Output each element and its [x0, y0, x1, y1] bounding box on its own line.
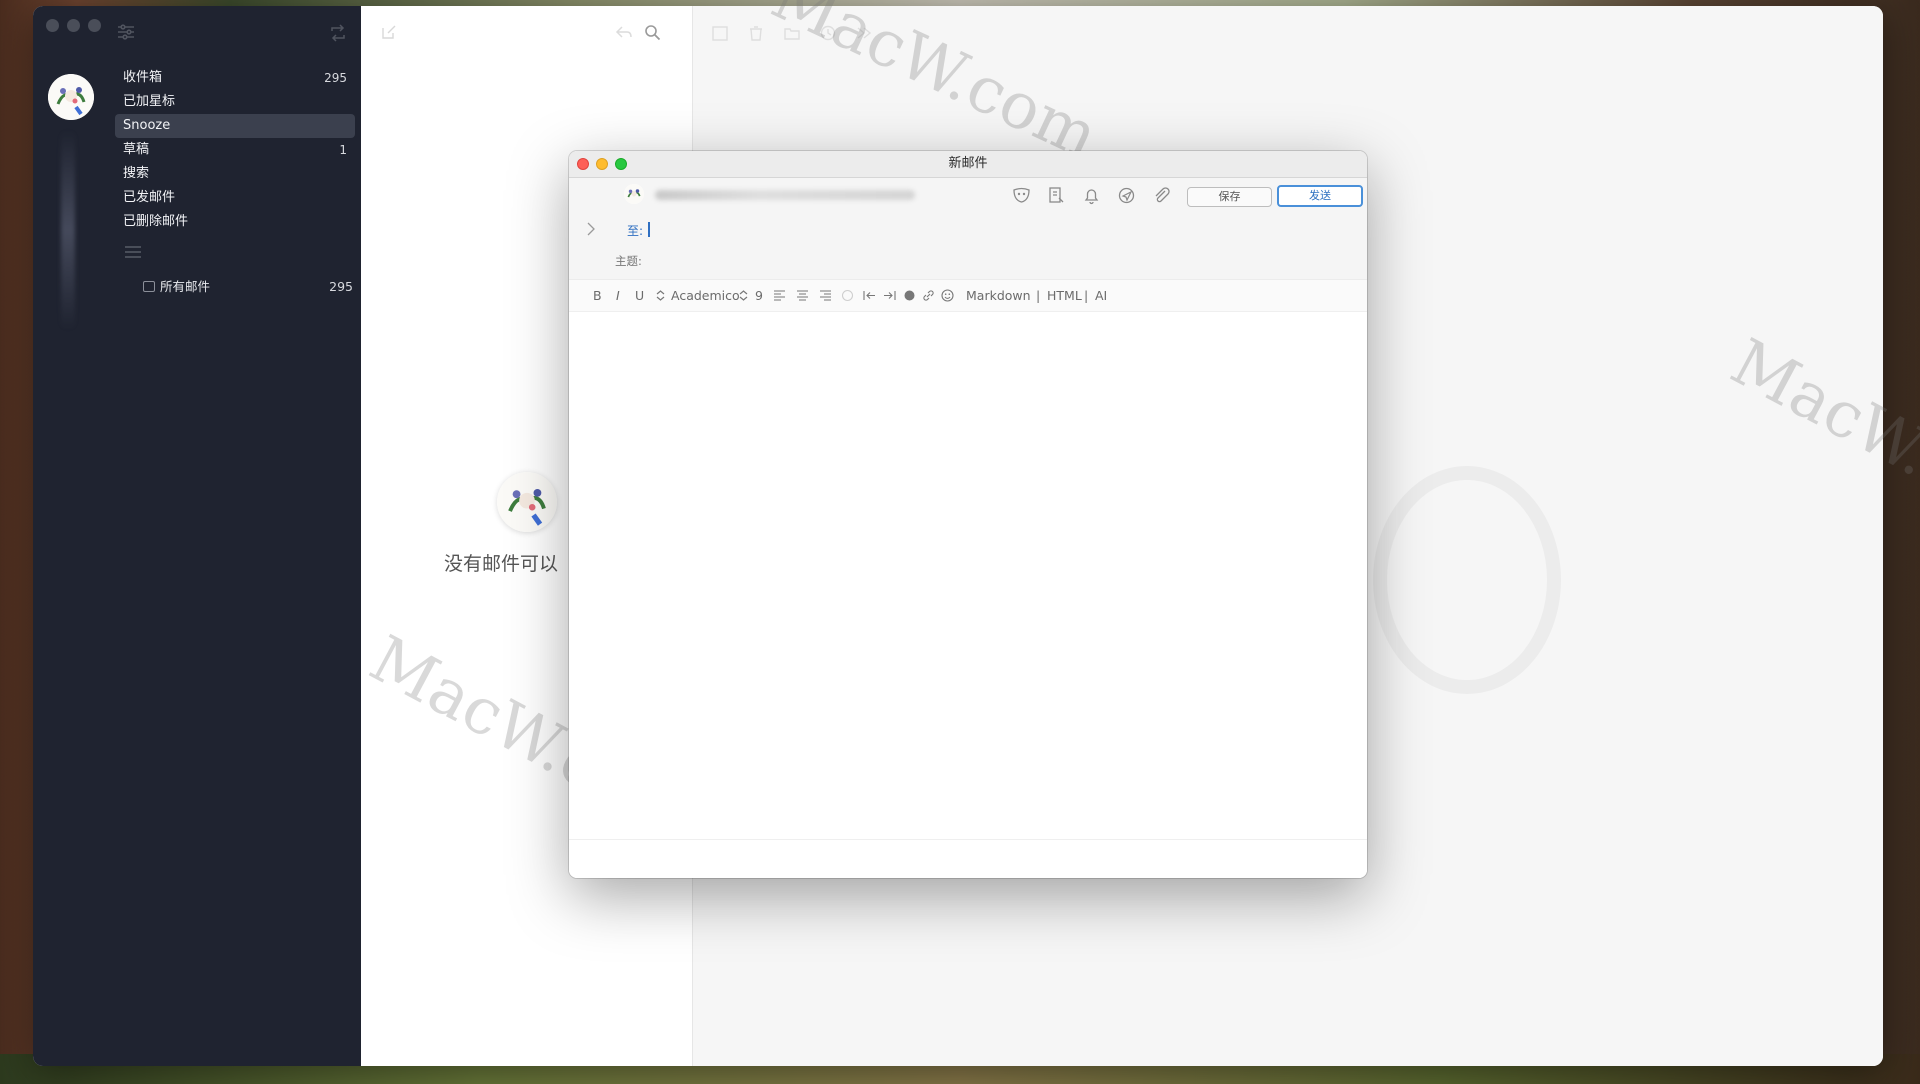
- bell-icon[interactable]: [1081, 185, 1102, 206]
- folder-list: 收件箱 295 已加星标 Snooze 草稿 1 搜索 已发邮件 已删除邮件 所…: [115, 66, 355, 294]
- compose-titlebar: 新邮件: [569, 151, 1367, 178]
- to-label: 至:: [627, 224, 644, 238]
- folder-label: 所有邮件: [160, 279, 211, 294]
- sidebar-item-snooze[interactable]: Snooze: [115, 114, 355, 138]
- mask-icon[interactable]: [1011, 185, 1032, 206]
- list-icon[interactable]: [841, 280, 854, 311]
- underline-button[interactable]: U: [635, 280, 644, 311]
- close-button[interactable]: [46, 19, 59, 32]
- compose-title: 新邮件: [948, 156, 988, 171]
- toolbar-separator: |: [1036, 288, 1041, 303]
- folder-label: 已删除邮件: [123, 214, 189, 229]
- from-row: 保存 发送: [569, 178, 1367, 211]
- folder-label: 收件箱: [123, 70, 163, 85]
- align-right-icon[interactable]: [819, 280, 832, 311]
- clock-icon[interactable]: [819, 24, 837, 42]
- sender-address[interactable]: [655, 190, 915, 200]
- format-toolbar: B I U Academico 9 Markdown | HTML | AI: [569, 280, 1367, 312]
- folder-label: Snooze: [123, 118, 171, 133]
- font-stepper-icon[interactable]: [737, 280, 750, 311]
- sidebar: 收件箱 295 已加星标 Snooze 草稿 1 搜索 已发邮件 已删除邮件 所…: [33, 6, 361, 1066]
- flower-avatar-icon: [624, 184, 644, 204]
- flower-avatar-icon: [48, 74, 94, 120]
- watermark-logo: [1373, 466, 1561, 694]
- minimize-button[interactable]: [67, 19, 80, 32]
- sidebar-item-starred[interactable]: 已加星标: [115, 90, 355, 114]
- compose-icon[interactable]: [381, 24, 397, 40]
- toolbar-separator: |: [1084, 288, 1089, 303]
- folder-label: 已加星标: [123, 94, 176, 109]
- sidebar-item-search[interactable]: 搜索: [115, 162, 355, 186]
- refresh-icon[interactable]: [329, 24, 347, 42]
- maximize-button[interactable]: [88, 19, 101, 32]
- to-input[interactable]: [648, 222, 650, 237]
- flower-avatar-icon: [497, 472, 557, 532]
- search-icon[interactable]: [644, 24, 661, 41]
- font-size-select[interactable]: 9: [755, 280, 763, 311]
- folder-count: 295: [324, 71, 347, 85]
- attachment-icon[interactable]: [1151, 185, 1172, 206]
- sidebar-item-drafts[interactable]: 草稿 1: [115, 138, 355, 162]
- html-toggle[interactable]: HTML: [1047, 280, 1082, 311]
- subject-label[interactable]: 主题:: [615, 253, 642, 269]
- reader-toolbar: [711, 24, 873, 42]
- forward-icon[interactable]: [855, 24, 873, 42]
- account-list-placeholder: [61, 130, 75, 330]
- align-left-icon[interactable]: [773, 280, 786, 311]
- sidebar-item-sent[interactable]: 已发邮件: [115, 186, 355, 210]
- folder-count: 1: [339, 143, 347, 157]
- trash-icon[interactable]: [747, 24, 765, 42]
- folder-label: 搜索: [123, 166, 150, 181]
- mailbox-icon: [143, 281, 155, 292]
- outdent-icon[interactable]: [863, 280, 876, 311]
- indent-icon[interactable]: [883, 280, 896, 311]
- message-body-editor[interactable]: [569, 312, 1367, 838]
- sidebar-item-inbox[interactable]: 收件箱 295: [115, 66, 355, 90]
- compose-tool-icons: [1011, 185, 1172, 206]
- empty-state-avatar: [497, 472, 557, 532]
- sender-avatar[interactable]: [624, 184, 644, 204]
- bold-button[interactable]: B: [593, 280, 602, 311]
- markdown-toggle[interactable]: Markdown: [966, 280, 1031, 311]
- save-button[interactable]: 保存: [1187, 187, 1272, 207]
- compose-footer: [569, 839, 1367, 878]
- text-color-icon[interactable]: [903, 280, 916, 311]
- empty-state-text: 没有邮件可以: [444, 553, 559, 575]
- account-avatar[interactable]: [48, 74, 94, 120]
- emoji-icon[interactable]: [941, 280, 954, 311]
- italic-button[interactable]: I: [616, 280, 620, 311]
- folder-label: 已发邮件: [123, 190, 176, 205]
- menu-icon[interactable]: [123, 244, 143, 260]
- send-later-icon[interactable]: [1116, 185, 1137, 206]
- account-rail: [33, 66, 105, 1066]
- window-controls: [46, 19, 101, 32]
- template-icon[interactable]: [1046, 185, 1067, 206]
- font-name-select[interactable]: Academico: [671, 280, 740, 311]
- compose-header: 保存 发送 至: 主题:: [569, 178, 1367, 280]
- align-center-icon[interactable]: [796, 280, 809, 311]
- folder-count: 295: [329, 279, 353, 294]
- folder-label: 草稿: [123, 142, 150, 157]
- sidebar-item-all-mail[interactable]: 所有邮件 295: [143, 275, 353, 299]
- archive-icon[interactable]: [711, 24, 729, 42]
- reply-icon[interactable]: [615, 24, 633, 40]
- compose-window: 新邮件 保存 发送 至: 主题: B I U Academico 9 Markd…: [569, 151, 1367, 878]
- chevron-right-icon[interactable]: [586, 222, 596, 236]
- folder-icon[interactable]: [783, 24, 801, 42]
- sidebar-item-trash[interactable]: 已删除邮件: [115, 210, 355, 234]
- send-button[interactable]: 发送: [1277, 185, 1363, 207]
- filter-icon[interactable]: [117, 24, 135, 40]
- style-stepper-icon[interactable]: [654, 280, 667, 311]
- ai-button[interactable]: AI: [1095, 280, 1107, 311]
- link-icon[interactable]: [922, 280, 935, 311]
